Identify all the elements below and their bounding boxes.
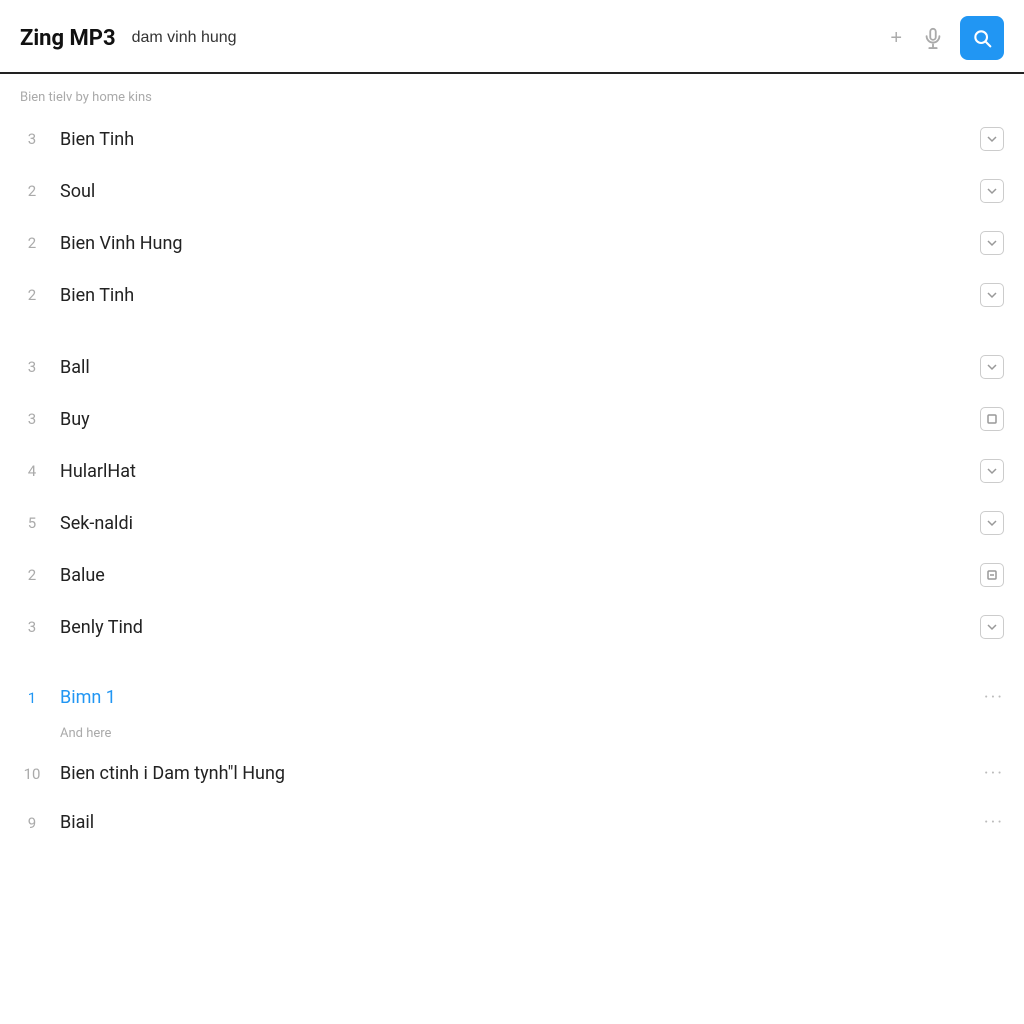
item-rank: 3	[20, 410, 44, 428]
item-title: Bimn 1	[60, 687, 972, 708]
list-item: 3 Buy	[0, 393, 1024, 445]
list-item: 2 Bien Vinh Hung	[0, 217, 1024, 269]
chevron-down-icon[interactable]	[980, 615, 1004, 639]
item-title: Bien Tinh	[60, 285, 968, 306]
chevron-down-icon[interactable]	[980, 231, 1004, 255]
item-title: Buy	[60, 409, 968, 430]
item-rank: 9	[20, 814, 44, 832]
item-title: Ball	[60, 357, 968, 378]
sub-label: And here	[0, 722, 1024, 749]
chevron-down-icon[interactable]	[980, 355, 1004, 379]
square-icon[interactable]	[980, 407, 1004, 431]
list-item: 2 Soul	[0, 165, 1024, 217]
item-rank: 2	[20, 234, 44, 252]
item-rank: 3	[20, 130, 44, 148]
item-rank: 10	[20, 765, 44, 783]
item-title: Sek-naldi	[60, 513, 968, 534]
list-item: 5 Sek-naldi	[0, 497, 1024, 549]
item-rank: 3	[20, 358, 44, 376]
search-button[interactable]	[960, 16, 1004, 60]
item-rank: 5	[20, 514, 44, 532]
item-title: HularlHat	[60, 461, 968, 482]
add-icon: +	[890, 27, 902, 50]
add-button[interactable]: +	[886, 23, 906, 54]
item-title: Bien Vinh Hung	[60, 233, 968, 254]
list-item: 1 Bimn 1 ···	[0, 673, 1024, 722]
list-item: 2 Balue	[0, 549, 1024, 601]
chevron-down-icon[interactable]	[980, 283, 1004, 307]
item-rank: 1	[20, 689, 44, 707]
list-item: 3 Ball	[0, 341, 1024, 393]
divider	[0, 653, 1024, 673]
item-rank: 2	[20, 182, 44, 200]
chevron-down-icon[interactable]	[980, 511, 1004, 535]
item-title: Balue	[60, 565, 968, 586]
item-title: Biail	[60, 812, 972, 833]
header: Zing MP3 +	[0, 0, 1024, 74]
item-rank: 2	[20, 566, 44, 584]
list-item: 10 Bien ctinh i Dam tynh"l Hung ···	[0, 749, 1024, 798]
search-input[interactable]	[132, 29, 871, 47]
mic-button[interactable]	[918, 23, 948, 53]
item-rank: 4	[20, 462, 44, 480]
search-icon	[972, 28, 992, 48]
square2-icon[interactable]	[980, 563, 1004, 587]
divider	[0, 321, 1024, 341]
list-item: 4 HularlHat	[0, 445, 1024, 497]
more-options-icon[interactable]: ···	[984, 812, 1004, 833]
list-item: 3 Bien Tinh	[0, 113, 1024, 165]
item-title: Bien Tinh	[60, 129, 968, 150]
list-item: 2 Bien Tinh	[0, 269, 1024, 321]
item-title: Bien ctinh i Dam tynh"l Hung	[60, 763, 972, 784]
main-content: Bien tielv by home kins 3 Bien Tinh 2 So…	[0, 74, 1024, 847]
chevron-down-icon[interactable]	[980, 179, 1004, 203]
app-title: Zing MP3	[20, 26, 116, 51]
more-options-icon[interactable]: ···	[984, 763, 1004, 784]
item-title: Benly Tind	[60, 617, 968, 638]
item-title: Soul	[60, 181, 968, 202]
section1-label: Bien tielv by home kins	[0, 74, 1024, 113]
header-icons: +	[886, 16, 1004, 60]
list-item: 9 Biail ···	[0, 798, 1024, 847]
item-rank: 2	[20, 286, 44, 304]
chevron-down-icon[interactable]	[980, 459, 1004, 483]
item-rank: 3	[20, 618, 44, 636]
more-options-icon[interactable]: ···	[984, 687, 1004, 708]
list-item: 3 Benly Tind	[0, 601, 1024, 653]
mic-icon	[922, 27, 944, 49]
chevron-down-icon[interactable]	[980, 127, 1004, 151]
